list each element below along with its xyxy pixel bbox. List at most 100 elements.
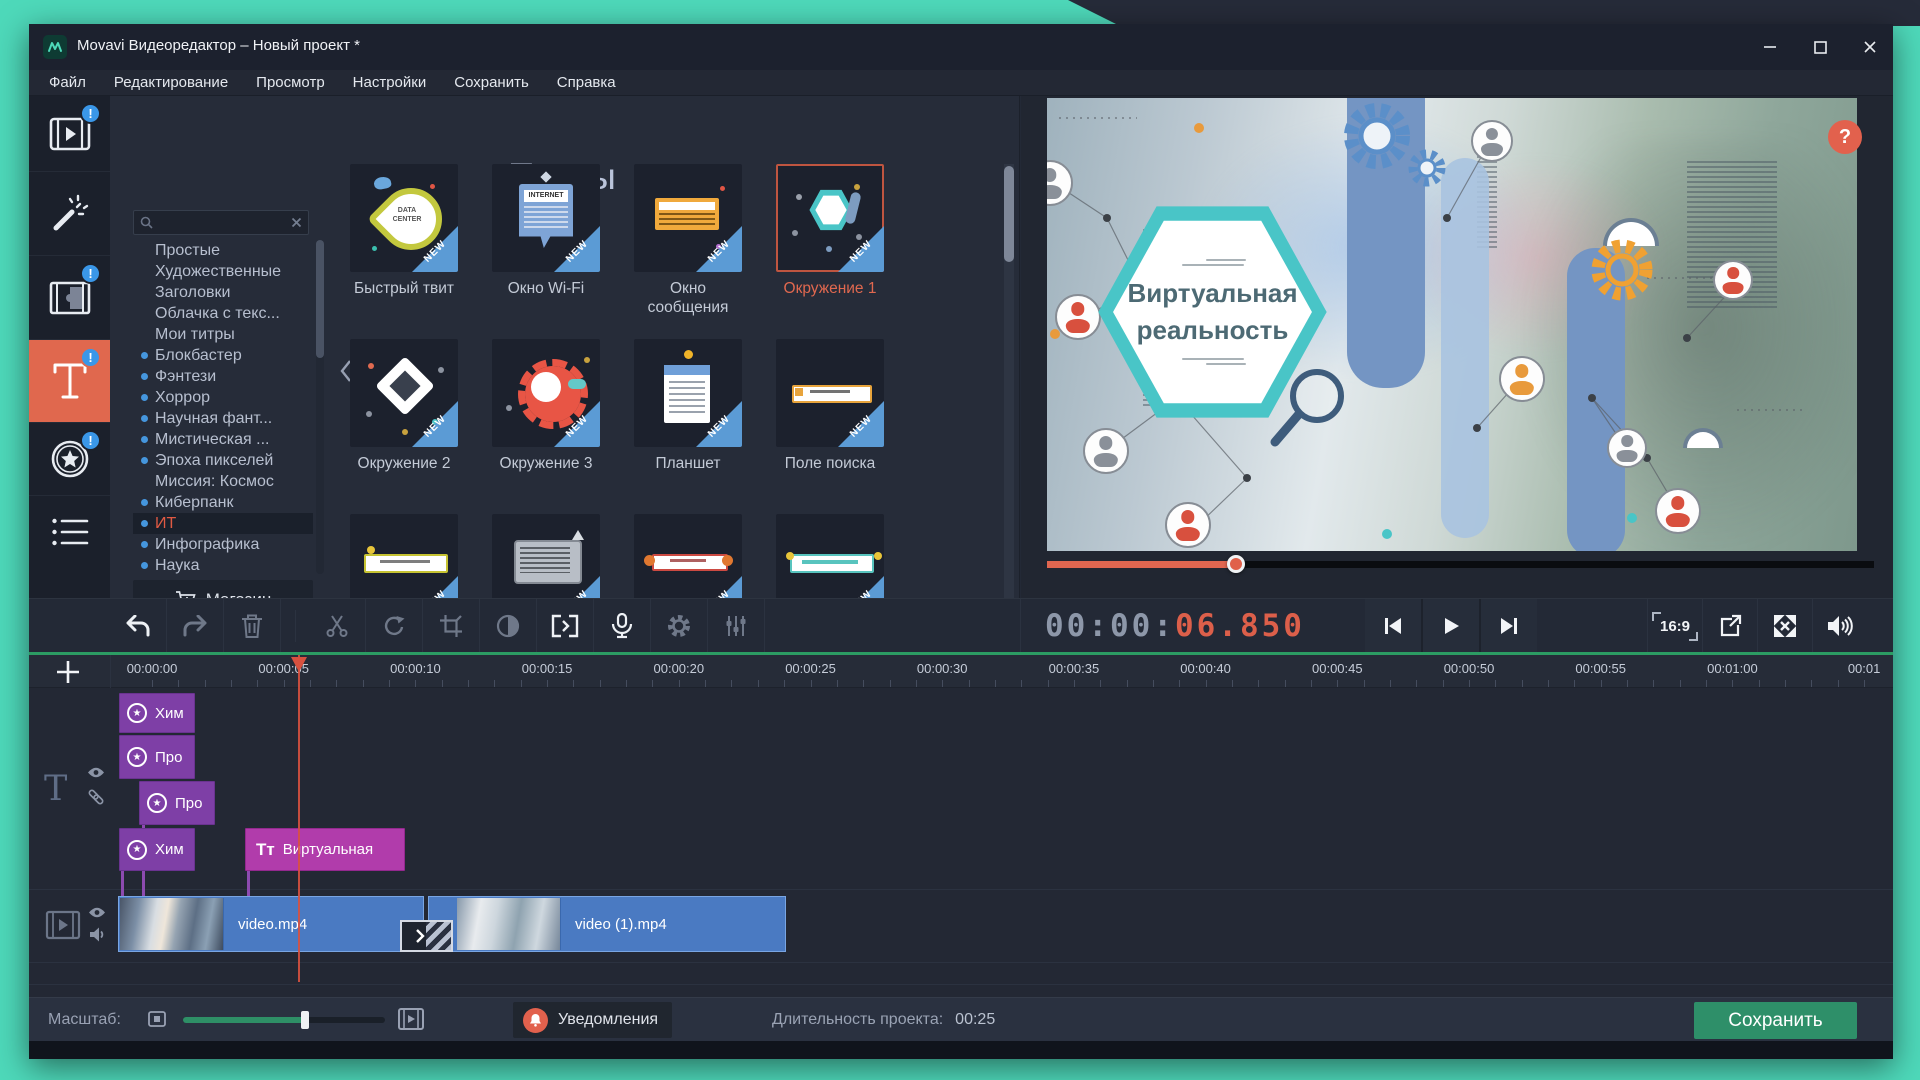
add-track-button[interactable]: [53, 661, 83, 683]
timeline-zoom-handle[interactable]: [301, 1011, 309, 1029]
delete-button[interactable]: [224, 599, 281, 653]
title-track-visibility-icon[interactable]: [87, 766, 105, 779]
sidebar-item-media[interactable]: !: [29, 96, 110, 172]
title-template-card[interactable]: NEW Окружение 3: [492, 339, 600, 514]
category-item[interactable]: Заголовки: [133, 282, 313, 303]
title-template-card[interactable]: NEW Окно сообщения: [634, 164, 742, 339]
category-item[interactable]: Киберпанк: [133, 492, 313, 513]
menu-item[interactable]: Сохранить: [440, 74, 543, 91]
video-track-mute-icon[interactable]: [89, 927, 105, 942]
notifications-button[interactable]: Уведомления: [513, 1002, 672, 1038]
timeline-video-clip[interactable]: video (1).mp4: [428, 896, 786, 952]
export-frame-button[interactable]: [1702, 599, 1757, 653]
clip-properties-button[interactable]: [708, 599, 765, 653]
zoom-out-icon[interactable]: [148, 1011, 166, 1027]
menu-item[interactable]: Справка: [543, 74, 630, 91]
timeline-title-clip[interactable]: Хим: [119, 693, 195, 733]
split-button[interactable]: [309, 599, 366, 653]
category-label: Наука: [155, 557, 200, 574]
category-item[interactable]: Художественные: [133, 261, 313, 282]
sidebar-item-filters[interactable]: [29, 172, 110, 256]
category-item[interactable]: Хоррор: [133, 387, 313, 408]
title-template-card[interactable]: NEW: [776, 514, 884, 598]
category-item[interactable]: ИТ: [133, 513, 313, 534]
bullet-dot: [141, 310, 148, 317]
title-track-link-icon[interactable]: [86, 787, 106, 807]
redo-button[interactable]: [167, 599, 224, 653]
category-item[interactable]: Эпоха пикселей: [133, 450, 313, 471]
preview-video: Виртуальная реальность: [1047, 98, 1857, 551]
category-scrollbar[interactable]: [316, 240, 324, 574]
aspect-ratio-button[interactable]: 16:9: [1647, 599, 1702, 653]
undo-button[interactable]: [110, 599, 167, 653]
category-item[interactable]: Инфографика: [133, 534, 313, 555]
category-item[interactable]: Мои титры: [133, 324, 313, 345]
timeline-title-clip[interactable]: Про: [119, 735, 195, 779]
gallery-scrollbar[interactable]: [1004, 164, 1014, 598]
bullet-dot: [141, 268, 148, 275]
sidebar-item-stickers[interactable]: !: [29, 423, 110, 496]
menu-item[interactable]: Файл: [35, 74, 100, 91]
category-item[interactable]: Блокбастер: [133, 345, 313, 366]
transition-wizard-button[interactable]: [537, 599, 594, 653]
category-item[interactable]: Мистическая ...: [133, 429, 313, 450]
title-template-card[interactable]: NEW Окружение 2: [350, 339, 458, 514]
crop-button[interactable]: [423, 599, 480, 653]
title-template-card[interactable]: NEW: [350, 514, 458, 598]
rotate-button[interactable]: [366, 599, 423, 653]
minimize-button[interactable]: [1747, 24, 1793, 70]
timeline-title-clip[interactable]: Про: [139, 781, 215, 825]
volume-button[interactable]: [1812, 599, 1867, 653]
title-template-card[interactable]: NEW Окно Wi-Fi: [492, 164, 600, 339]
control-bar: 00:00:06.850 16:9: [29, 598, 1893, 653]
color-adjustments-button[interactable]: [480, 599, 537, 653]
bullet-dot: [141, 289, 148, 296]
save-button[interactable]: Сохранить: [1694, 1002, 1857, 1039]
timeline-title-clip[interactable]: Tт Виртуальная: [245, 828, 405, 871]
ruler-label: 00:00:35: [1048, 661, 1100, 676]
clip-link-line: [121, 868, 124, 896]
transition-clip[interactable]: [400, 920, 453, 952]
clear-search-icon[interactable]: [291, 217, 302, 228]
notification-badge: !: [80, 103, 101, 124]
video-track-visibility-icon[interactable]: [88, 906, 106, 919]
playhead-marker[interactable]: [291, 657, 307, 672]
category-item[interactable]: Облачка с текс...: [133, 303, 313, 324]
notification-badge: !: [80, 263, 101, 284]
title-template-card[interactable]: NEW Планшет: [634, 339, 742, 514]
timeline-title-clip[interactable]: Хим: [119, 828, 195, 871]
sidebar-item-tools[interactable]: [29, 496, 110, 570]
timeline-ruler[interactable]: 00:00:00 00:00:05 00:00:10 00:00:15 00:00:20…: [29, 655, 1893, 688]
sidebar-item-titles[interactable]: !: [29, 340, 110, 423]
timeline-video-clip[interactable]: video.mp4: [118, 896, 424, 952]
sidebar-item-transitions[interactable]: !: [29, 256, 110, 340]
bullet-dot: [141, 415, 148, 422]
playhead-line[interactable]: [298, 655, 300, 982]
category-item[interactable]: Фэнтези: [133, 366, 313, 387]
previous-frame-button[interactable]: [1365, 599, 1421, 653]
next-frame-button[interactable]: [1481, 599, 1537, 653]
menu-item[interactable]: Редактирование: [100, 74, 242, 91]
status-bar: Масштаб: Уведомления Длительность проект…: [29, 997, 1893, 1041]
category-item[interactable]: Миссия: Космос: [133, 471, 313, 492]
title-template-thumbnail: NEW: [492, 164, 600, 272]
menu-item[interactable]: Настройки: [339, 74, 441, 91]
title-template-card[interactable]: NEW: [492, 514, 600, 598]
title-template-card[interactable]: NEW Окружение 1: [776, 164, 884, 339]
menu-item[interactable]: Просмотр: [242, 74, 339, 91]
close-button[interactable]: [1847, 24, 1893, 70]
category-item[interactable]: Простые: [133, 240, 313, 261]
fullscreen-button[interactable]: [1757, 599, 1812, 653]
title-template-card[interactable]: NEW Быстрый твит: [350, 164, 458, 339]
play-button[interactable]: [1423, 599, 1479, 653]
maximize-button[interactable]: [1797, 24, 1843, 70]
settings-button[interactable]: [651, 599, 708, 653]
seek-handle[interactable]: [1227, 555, 1245, 573]
title-template-card[interactable]: NEW: [634, 514, 742, 598]
category-item[interactable]: Научная фант...: [133, 408, 313, 429]
title-template-card[interactable]: NEW Поле поиска: [776, 339, 884, 514]
record-audio-button[interactable]: [594, 599, 651, 653]
category-item[interactable]: Наука: [133, 555, 313, 576]
zoom-in-icon[interactable]: [397, 1007, 425, 1031]
search-input[interactable]: [157, 215, 287, 230]
